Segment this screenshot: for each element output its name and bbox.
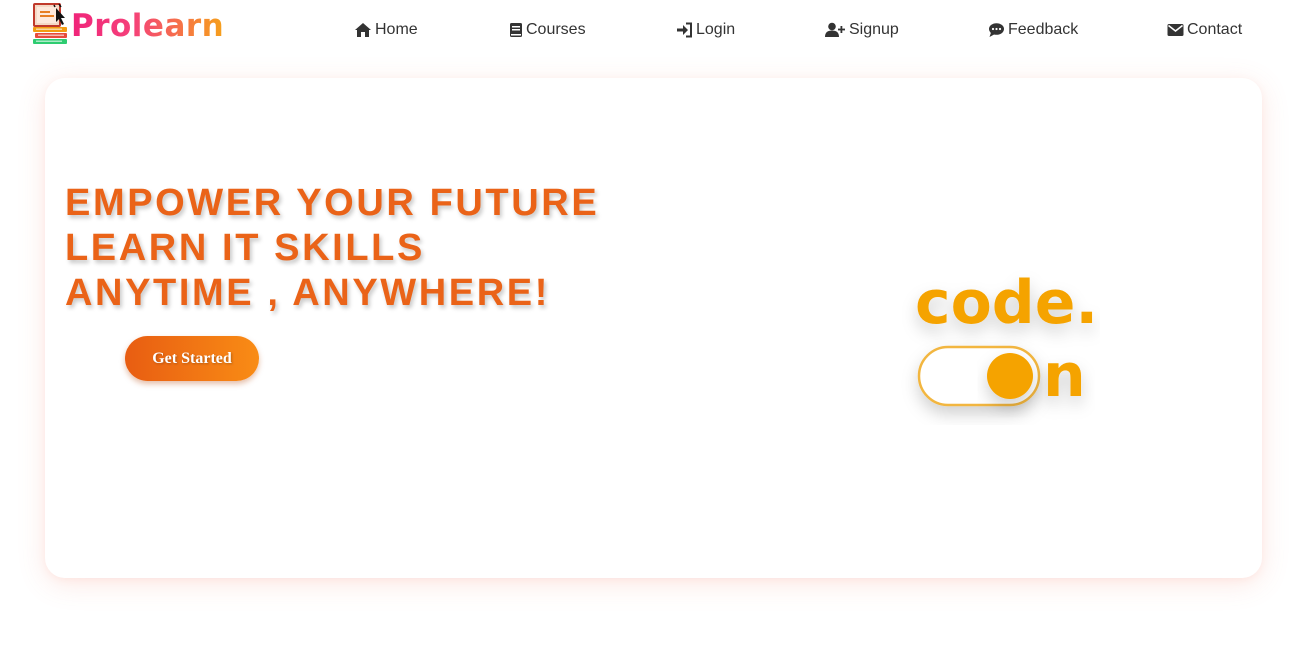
nav-home[interactable]: Home bbox=[354, 19, 418, 41]
toggle-knob bbox=[987, 353, 1033, 399]
hero-headline: EMPOWER YOUR FUTURE LEARN IT SKILLS ANYT… bbox=[65, 181, 599, 316]
illustration-suffix: n bbox=[1043, 341, 1086, 411]
headline-line-3: ANYTIME , ANYWHERE! bbox=[65, 272, 550, 314]
sign-in-icon bbox=[677, 22, 692, 38]
nav-login[interactable]: Login bbox=[676, 19, 735, 41]
headline-line-1: EMPOWER YOUR FUTURE bbox=[65, 182, 600, 224]
brand-name: Prolearn bbox=[71, 8, 225, 44]
nav-feedback[interactable]: Feedback bbox=[988, 19, 1078, 41]
comment-icon bbox=[989, 23, 1004, 37]
illustration-word: code. bbox=[915, 268, 1098, 338]
envelope-icon bbox=[1167, 24, 1184, 36]
nav-courses-label: Courses bbox=[526, 21, 586, 38]
logo-icon bbox=[32, 2, 70, 46]
nav-contact[interactable]: Contact bbox=[1167, 19, 1242, 41]
brand-logo[interactable]: Prolearn bbox=[32, 2, 224, 46]
nav-signup-label: Signup bbox=[849, 21, 899, 38]
nav-courses[interactable]: Courses bbox=[509, 19, 586, 41]
user-plus-icon bbox=[825, 22, 845, 37]
code-on-illustration: code. n bbox=[900, 255, 1100, 425]
nav-login-label: Login bbox=[696, 21, 736, 38]
nav-home-label: Home bbox=[375, 21, 418, 38]
nav-signup[interactable]: Signup bbox=[825, 19, 899, 41]
nav-feedback-label: Feedback bbox=[1008, 21, 1079, 38]
headline-line-2: LEARN IT SKILLS bbox=[65, 227, 425, 269]
home-icon bbox=[355, 23, 371, 37]
book-icon bbox=[510, 23, 522, 37]
nav-contact-label: Contact bbox=[1187, 21, 1243, 38]
get-started-button[interactable]: Get Started bbox=[125, 336, 259, 381]
top-navbar: Prolearn Home Courses Login Signup Feedb… bbox=[0, 0, 1308, 60]
